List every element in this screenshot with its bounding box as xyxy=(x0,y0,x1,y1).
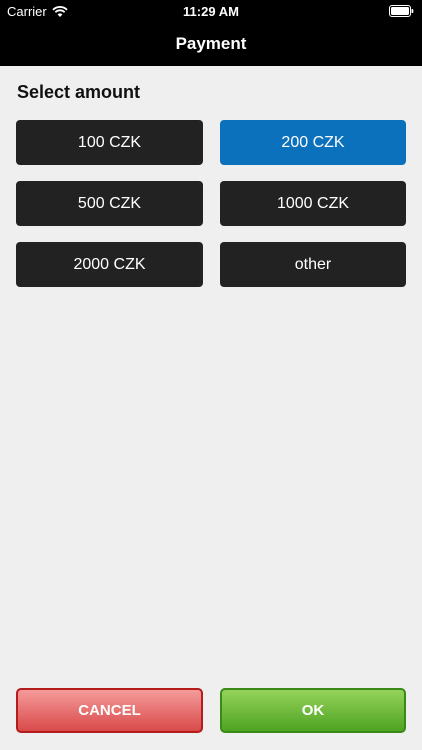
amount-button-2000[interactable]: 2000 CZK xyxy=(16,242,203,287)
battery-icon xyxy=(389,5,414,17)
status-time: 11:29 AM xyxy=(183,4,239,19)
select-amount-heading: Select amount xyxy=(17,82,141,102)
status-bar: Carrier 11:29 AM xyxy=(0,0,422,22)
amount-button-1000[interactable]: 1000 CZK xyxy=(220,181,406,226)
page-title: Payment xyxy=(175,34,247,53)
amount-button-other[interactable]: other xyxy=(220,242,406,287)
ok-button[interactable]: OK xyxy=(220,688,406,733)
amount-button-200[interactable]: 200 CZK xyxy=(220,120,406,165)
amount-button-100[interactable]: 100 CZK xyxy=(16,120,203,165)
amount-options-grid: 100 CZK 200 CZK 500 CZK 1000 CZK 2000 CZ… xyxy=(16,120,406,287)
navigation-bar: Payment xyxy=(0,22,422,66)
cancel-button[interactable]: CANCEL xyxy=(16,688,203,733)
amount-button-500[interactable]: 500 CZK xyxy=(16,181,203,226)
